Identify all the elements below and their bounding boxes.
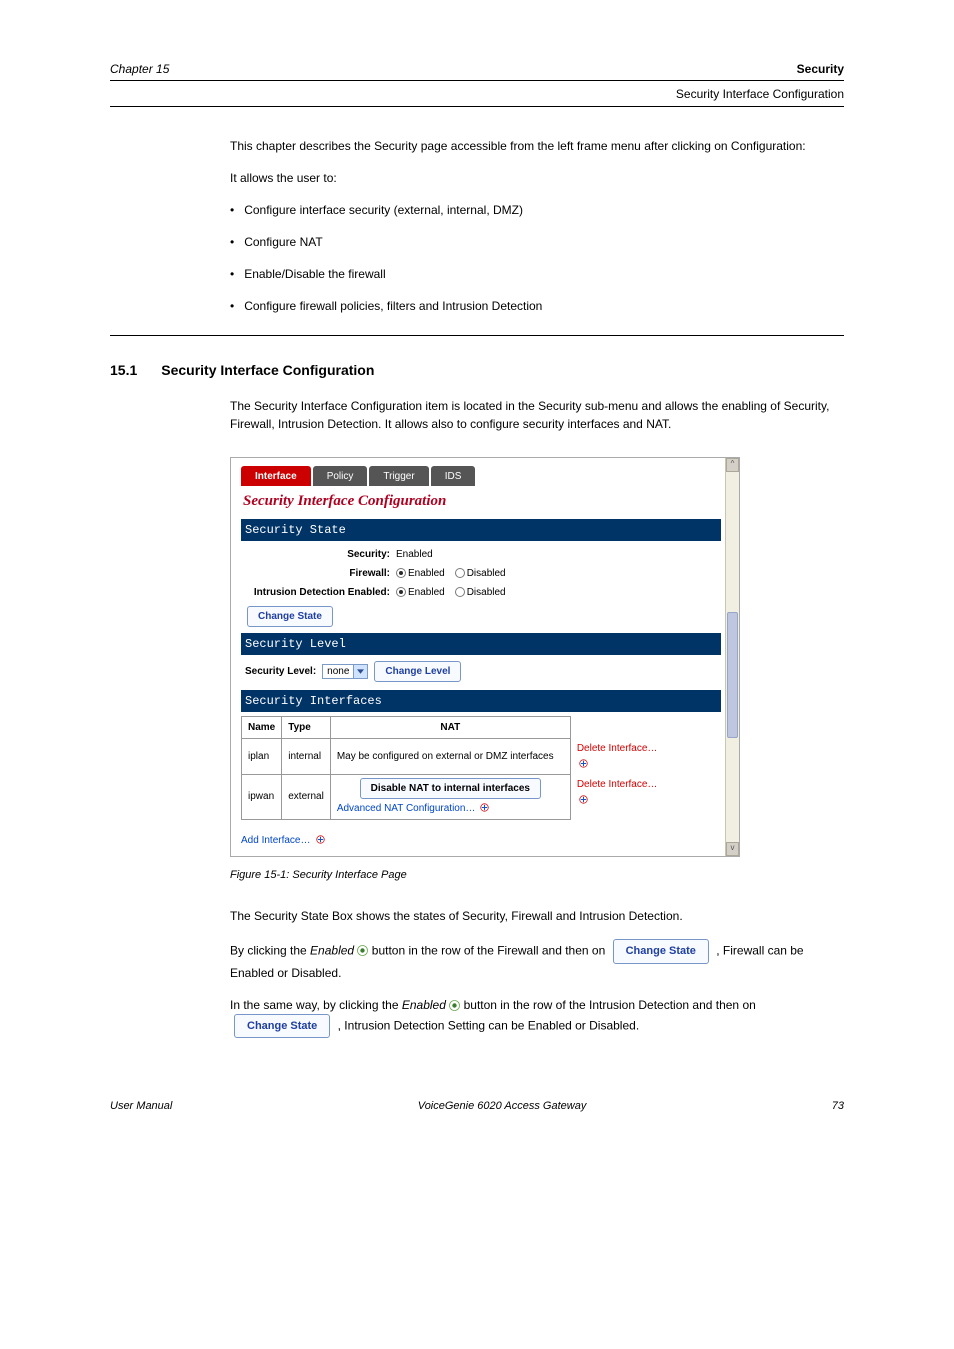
delete-interface-link[interactable]: Delete Interface… bbox=[577, 743, 658, 754]
action-icon bbox=[316, 835, 325, 844]
body-paragraph: In the same way, by clicking the Enabled… bbox=[230, 996, 844, 1039]
ids-disabled-radio[interactable]: Disabled bbox=[455, 585, 506, 600]
tab-ids[interactable]: IDS bbox=[431, 466, 476, 486]
firewall-enabled-radio[interactable]: Enabled bbox=[396, 566, 445, 581]
tab-interface[interactable]: Interface bbox=[241, 466, 311, 486]
interfaces-table: Name Type NAT iplan internal May be conf… bbox=[241, 716, 671, 820]
section-title: Security Interface Configuration bbox=[161, 360, 374, 381]
intro-b4: • Configure firewall policies, filters a… bbox=[230, 297, 844, 315]
intro-b1: • Configure interface security (external… bbox=[230, 201, 844, 219]
chevron-down-icon bbox=[353, 665, 367, 678]
tab-trigger[interactable]: Trigger bbox=[369, 466, 428, 486]
row2-nat: Disable NAT to internal interfaces Advan… bbox=[330, 774, 570, 819]
section-desc: The Security Interface Configuration ite… bbox=[230, 397, 844, 433]
table-header-row: Name Type NAT bbox=[242, 716, 671, 738]
scroll-down-icon[interactable]: v bbox=[726, 842, 739, 856]
footer-left: User Manual bbox=[110, 1098, 172, 1115]
level-label: Security Level: bbox=[245, 664, 316, 679]
action-icon bbox=[480, 803, 489, 812]
change-state-inline-button[interactable]: Change State bbox=[234, 1014, 330, 1039]
table-row: iplan internal May be configured on exte… bbox=[242, 738, 671, 774]
divider bbox=[110, 335, 844, 336]
section-bar-interfaces: Security Interfaces bbox=[241, 690, 721, 712]
delete-interface-link[interactable]: Delete Interface… bbox=[577, 779, 658, 790]
col-type: Type bbox=[282, 716, 331, 738]
scroll-track[interactable] bbox=[726, 472, 739, 842]
ids-enabled-radio[interactable]: Enabled bbox=[396, 585, 445, 600]
radio-selected-icon bbox=[357, 945, 368, 956]
action-icon bbox=[579, 795, 588, 804]
disable-nat-button[interactable]: Disable NAT to internal interfaces bbox=[360, 778, 541, 799]
level-select[interactable]: none bbox=[322, 664, 368, 679]
section-bar-level: Security Level bbox=[241, 633, 721, 655]
col-nat: NAT bbox=[330, 716, 570, 738]
section-bar-state: Security State bbox=[241, 519, 721, 541]
footer-center: VoiceGenie 6020 Access Gateway bbox=[418, 1098, 587, 1115]
header-chapter: Chapter 15 bbox=[110, 60, 169, 78]
header-sub: Security Interface Configuration bbox=[110, 82, 844, 107]
row2-name: ipwan bbox=[242, 774, 282, 819]
row2-type: external bbox=[282, 774, 331, 819]
table-row: ipwan external Disable NAT to internal i… bbox=[242, 774, 671, 819]
intro-b3: • Enable/Disable the firewall bbox=[230, 265, 844, 283]
scroll-thumb[interactable] bbox=[727, 612, 738, 738]
row1-type: internal bbox=[282, 738, 331, 774]
col-name: Name bbox=[242, 716, 282, 738]
intro-b2: • Configure NAT bbox=[230, 233, 844, 251]
security-label: Security: bbox=[241, 547, 396, 562]
section-number: 15.1 bbox=[110, 360, 137, 381]
security-value: Enabled bbox=[396, 547, 433, 562]
add-interface-link[interactable]: Add Interface… bbox=[241, 835, 310, 846]
intro-p1: This chapter describes the Security page… bbox=[230, 137, 844, 155]
action-icon bbox=[579, 759, 588, 768]
ids-label: Intrusion Detection Enabled: bbox=[241, 585, 396, 600]
intro-p2: It allows the user to: bbox=[230, 169, 844, 187]
body-paragraph: The Security State Box shows the states … bbox=[230, 907, 844, 925]
scrollbar[interactable]: ^ v bbox=[725, 458, 739, 856]
footer-right: 73 bbox=[832, 1098, 844, 1115]
firewall-disabled-radio[interactable]: Disabled bbox=[455, 566, 506, 581]
advanced-nat-link[interactable]: Advanced NAT Configuration… bbox=[337, 803, 476, 814]
row1-name: iplan bbox=[242, 738, 282, 774]
change-level-button[interactable]: Change Level bbox=[374, 661, 461, 682]
figure-caption: Figure 15-1: Security Interface Page bbox=[230, 867, 844, 884]
change-state-inline-button[interactable]: Change State bbox=[613, 939, 709, 964]
radio-selected-icon bbox=[449, 1000, 460, 1011]
change-state-button[interactable]: Change State bbox=[247, 606, 333, 627]
scroll-up-icon[interactable]: ^ bbox=[726, 458, 739, 472]
row1-nat: May be configured on external or DMZ int… bbox=[330, 738, 570, 774]
figure-screenshot: ^ v Interface Policy Trigger IDS Securit… bbox=[230, 457, 740, 857]
panel-title: Security Interface Configuration bbox=[243, 490, 721, 513]
body-paragraph: By clicking the Enabled button in the ro… bbox=[230, 939, 844, 982]
firewall-label: Firewall: bbox=[241, 566, 396, 581]
header-title: Security bbox=[169, 60, 844, 78]
tab-policy[interactable]: Policy bbox=[313, 466, 368, 486]
